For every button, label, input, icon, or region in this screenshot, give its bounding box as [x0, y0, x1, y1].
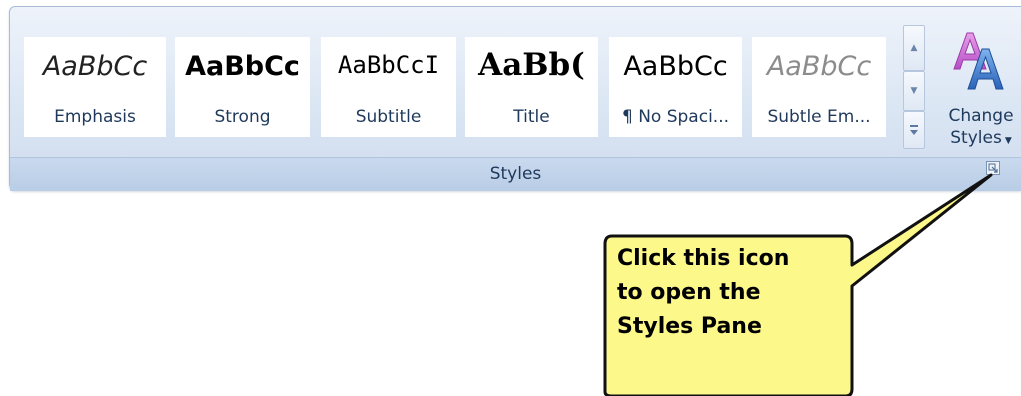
style-tile-title[interactable]: AaBb( Title [465, 37, 598, 137]
callout-text: Click this icon to open the Styles Pane [617, 242, 832, 344]
style-sample: AaBbCc [42, 51, 148, 82]
callout-line3: Styles Pane [617, 314, 762, 339]
callout-line1: Click this icon [617, 246, 790, 271]
expand-gallery-icon [910, 125, 918, 135]
style-label: Title [513, 107, 550, 127]
change-styles-button[interactable]: Change Styles ▼ [936, 29, 1021, 169]
gallery-scroll-down-button[interactable]: ▼ [903, 71, 925, 111]
chevron-down-icon: ▼ [1004, 136, 1012, 146]
style-sample: AaBbCcI [337, 51, 440, 79]
style-tile-strong[interactable]: AaBbCc Strong [175, 37, 310, 137]
style-tile-no-spacing[interactable]: AaBbCc ¶ No Spaci... [609, 37, 742, 137]
style-label: Strong [214, 107, 271, 127]
triangle-down-icon: ▼ [910, 86, 918, 96]
styled-letter-a-icon [953, 32, 1004, 90]
gallery-scroll-up-button[interactable]: ▲ [903, 25, 925, 71]
style-label: Subtle Em... [767, 107, 871, 127]
change-styles-line2: Styles [950, 128, 1002, 148]
style-sample: AaBbCc [185, 51, 300, 82]
dialog-launcher-icon[interactable] [986, 161, 1000, 175]
change-styles-line1: Change [948, 106, 1014, 126]
style-tile-subtle-emphasis[interactable]: AaBbCc Subtle Em... [752, 37, 886, 137]
style-label: ¶ No Spaci... [621, 107, 730, 127]
change-styles-line2-wrap: Styles ▼ [936, 127, 1021, 152]
styles-ribbon-group: AaBbCc Emphasis AaBbCc Strong AaBbCcI Su… [9, 6, 1021, 191]
style-tile-subtitle[interactable]: AaBbCcI Subtitle [321, 37, 456, 137]
style-sample: AaBbCc [623, 51, 728, 82]
style-sample: AaBbCc [766, 51, 872, 82]
style-tile-emphasis[interactable]: AaBbCc Emphasis [24, 37, 166, 137]
gallery-more-button[interactable] [903, 111, 925, 149]
group-label-bar: Styles [10, 157, 1021, 191]
callout-line2: to open the [617, 280, 761, 305]
style-label: Subtitle [355, 107, 422, 127]
group-label: Styles [489, 164, 542, 184]
style-sample: AaBb( [478, 47, 585, 83]
style-label: Emphasis [54, 107, 136, 127]
triangle-up-icon: ▲ [910, 43, 918, 53]
change-styles-label: Change Styles ▼ [936, 105, 1021, 152]
